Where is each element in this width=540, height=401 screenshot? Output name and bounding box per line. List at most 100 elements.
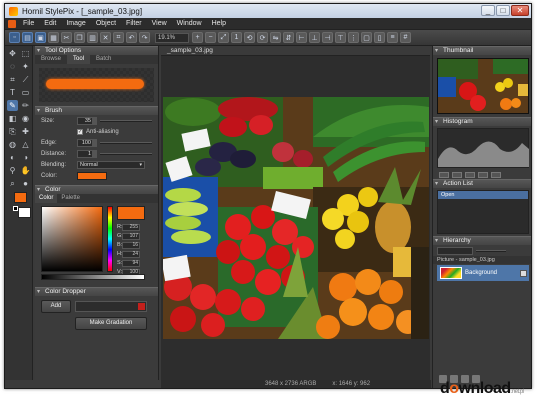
hierarchy-header[interactable]: Hierarchy bbox=[433, 236, 531, 245]
crop-tool-icon[interactable]: ⌗ bbox=[7, 74, 18, 85]
edge-spinner[interactable] bbox=[93, 138, 97, 147]
sharpen-tool-icon[interactable]: △ bbox=[20, 139, 31, 150]
zoom-tool-icon[interactable]: ⌕ bbox=[7, 178, 18, 189]
thumbnail-preview[interactable] bbox=[437, 58, 529, 114]
group-icon[interactable]: ▢ bbox=[361, 32, 372, 43]
tab-browse[interactable]: Browse bbox=[35, 55, 67, 64]
delete-icon[interactable]: ✕ bbox=[100, 32, 111, 43]
make-gradation-button[interactable]: Make Gradation bbox=[75, 317, 147, 330]
image-canvas[interactable] bbox=[163, 97, 429, 339]
cut-icon[interactable]: ✂ bbox=[61, 32, 72, 43]
pencil-tool-icon[interactable]: ✏ bbox=[20, 100, 31, 111]
menu-window[interactable]: Window bbox=[172, 20, 207, 27]
save-icon[interactable]: ▣ bbox=[35, 32, 46, 43]
grid-icon[interactable]: # bbox=[400, 32, 411, 43]
dodge-tool-icon[interactable]: ◐ bbox=[7, 152, 18, 163]
channel-h-input[interactable]: 24 bbox=[122, 250, 140, 258]
brush-color-swatch[interactable] bbox=[77, 171, 107, 180]
histogram-red-icon[interactable] bbox=[452, 172, 462, 178]
text-tool-icon[interactable]: T bbox=[7, 87, 18, 98]
edge-slider[interactable] bbox=[100, 141, 152, 144]
rotate-right-icon[interactable]: ⟳ bbox=[257, 32, 268, 43]
blur-tool-icon[interactable]: ◍ bbox=[7, 139, 18, 150]
blend-mode-select[interactable] bbox=[437, 246, 473, 255]
histogram-rgb-icon[interactable] bbox=[439, 172, 449, 178]
channel-g-input[interactable]: 107 bbox=[122, 232, 140, 240]
histogram-lum-icon[interactable] bbox=[491, 172, 501, 178]
heal-tool-icon[interactable]: ✚ bbox=[20, 126, 31, 137]
tab-color[interactable]: Color bbox=[35, 194, 58, 203]
histogram-blue-icon[interactable] bbox=[478, 172, 488, 178]
tab-batch[interactable]: Batch bbox=[90, 55, 117, 64]
color-panel-header[interactable]: Color bbox=[35, 185, 158, 194]
align-center-icon[interactable]: ⊥ bbox=[309, 32, 320, 43]
background-color-swatch[interactable] bbox=[18, 207, 31, 218]
size-spinner[interactable] bbox=[93, 116, 97, 125]
hand-tool-icon[interactable]: ✋ bbox=[20, 165, 31, 176]
dropper-add-button[interactable]: Add bbox=[41, 300, 71, 313]
fit-window-icon[interactable]: ⤢ bbox=[218, 32, 229, 43]
default-colors-icon[interactable] bbox=[13, 206, 18, 211]
crop-icon[interactable]: ⌗ bbox=[113, 32, 124, 43]
eyedropper-tool-icon[interactable]: ⚲ bbox=[7, 165, 18, 176]
histogram-header[interactable]: Histogram bbox=[433, 117, 531, 126]
menu-logo-icon[interactable] bbox=[8, 19, 16, 28]
menu-view[interactable]: View bbox=[147, 20, 172, 27]
foreground-color-swatch[interactable] bbox=[14, 192, 27, 203]
clone-tool-icon[interactable]: ⎘ bbox=[7, 126, 18, 137]
dropper-color-list[interactable] bbox=[75, 301, 147, 312]
grayscale-strip[interactable] bbox=[41, 274, 145, 280]
menu-edit[interactable]: Edit bbox=[39, 20, 61, 27]
align-left-icon[interactable]: ⊢ bbox=[296, 32, 307, 43]
distance-slider[interactable] bbox=[100, 152, 152, 155]
brush-tool-icon[interactable]: ✎ bbox=[7, 100, 18, 111]
zoom-in-icon[interactable]: + bbox=[192, 32, 203, 43]
tab-palette[interactable]: Palette bbox=[57, 194, 84, 203]
flip-vertical-icon[interactable]: ⇵ bbox=[283, 32, 294, 43]
channel-s-input[interactable]: 94 bbox=[122, 259, 140, 267]
eraser-tool-icon[interactable]: ◧ bbox=[7, 113, 18, 124]
rotate-left-icon[interactable]: ⟲ bbox=[244, 32, 255, 43]
thumbnail-header[interactable]: Thumbnail bbox=[433, 46, 531, 55]
flip-horizontal-icon[interactable]: ⇋ bbox=[270, 32, 281, 43]
menu-object[interactable]: Object bbox=[91, 20, 121, 27]
distribute-icon[interactable]: ⋮ bbox=[348, 32, 359, 43]
shape-tool-icon[interactable]: ▭ bbox=[20, 87, 31, 98]
maximize-button[interactable]: □ bbox=[496, 5, 510, 16]
print-icon[interactable]: ▦ bbox=[48, 32, 59, 43]
redeye-tool-icon[interactable]: ● bbox=[20, 178, 31, 189]
align-top-icon[interactable]: ⊤ bbox=[335, 32, 346, 43]
color-dropper-header[interactable]: Color Dropper bbox=[35, 287, 158, 296]
actual-size-icon[interactable]: 1 bbox=[231, 32, 242, 43]
menu-filter[interactable]: Filter bbox=[121, 20, 147, 27]
lasso-tool-icon[interactable]: ◌ bbox=[7, 61, 18, 72]
paste-icon[interactable]: ▥ bbox=[87, 32, 98, 43]
close-button[interactable]: ✕ bbox=[511, 5, 529, 16]
burn-tool-icon[interactable]: ◑ bbox=[20, 152, 31, 163]
brush-header[interactable]: Brush bbox=[35, 106, 158, 115]
hue-slider[interactable] bbox=[107, 206, 113, 272]
distance-spinner[interactable] bbox=[93, 149, 97, 158]
undo-icon[interactable]: ↶ bbox=[126, 32, 137, 43]
channel-b-input[interactable]: 16 bbox=[122, 241, 140, 249]
select-tool-icon[interactable]: ⬚ bbox=[20, 48, 31, 59]
menu-image[interactable]: Image bbox=[61, 20, 90, 27]
zoom-select[interactable]: 19.1% bbox=[155, 32, 189, 43]
minimize-button[interactable]: _ bbox=[481, 5, 495, 16]
action-item[interactable]: Open bbox=[438, 191, 528, 199]
arrange-icon[interactable]: ≡ bbox=[387, 32, 398, 43]
action-list-header[interactable]: Action List bbox=[433, 179, 531, 188]
tool-options-header[interactable]: Tool Options bbox=[35, 46, 158, 55]
edge-input[interactable]: 100 bbox=[77, 138, 93, 147]
saturation-value-field[interactable] bbox=[41, 206, 103, 272]
size-slider[interactable] bbox=[100, 119, 152, 122]
antialias-checkbox[interactable]: ✓ bbox=[77, 128, 83, 135]
size-input[interactable]: 35 bbox=[77, 116, 93, 125]
channel-r-input[interactable]: 255 bbox=[122, 223, 140, 231]
open-file-icon[interactable]: ▤ bbox=[22, 32, 33, 43]
blending-select[interactable]: Normal bbox=[77, 160, 145, 169]
menu-help[interactable]: Help bbox=[207, 20, 231, 27]
tab-tool[interactable]: Tool bbox=[67, 55, 91, 64]
ungroup-icon[interactable]: ▯ bbox=[374, 32, 385, 43]
layer-row[interactable]: Background bbox=[437, 265, 529, 281]
